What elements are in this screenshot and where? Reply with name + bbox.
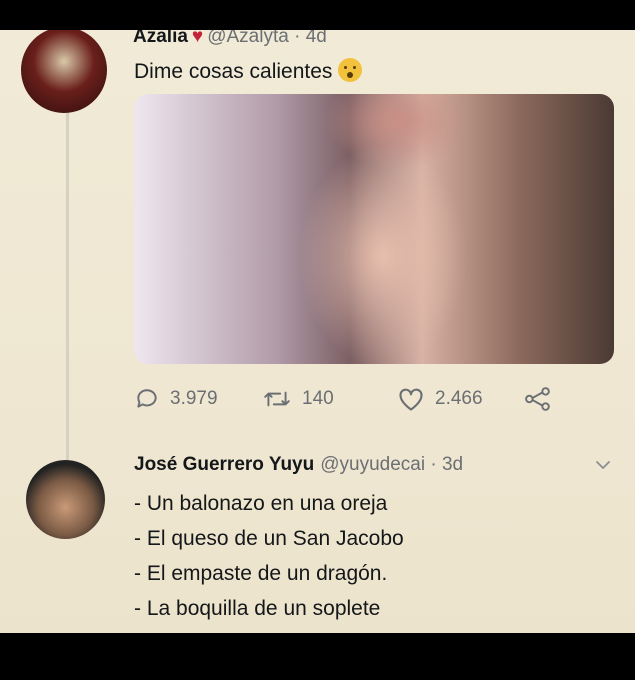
tweet2-handle[interactable]: @yuyudecai xyxy=(320,454,425,475)
retweet-count: 140 xyxy=(302,388,334,409)
tweet-thread-card: Azalia ♥ @Azalyta · 4d Dime cosas caliente… xyxy=(0,30,635,633)
retweet-button[interactable]: 140 xyxy=(262,386,334,412)
tweet2-author-name[interactable]: José Guerrero Yuyu xyxy=(134,454,314,475)
tweet1-header: Azalia ♥ @Azalyta · 4d xyxy=(133,30,327,48)
tweet2-timestamp[interactable]: 3d xyxy=(442,454,463,475)
reply-count: 3.979 xyxy=(170,388,218,409)
heart-icon xyxy=(399,388,423,411)
share-button[interactable] xyxy=(523,386,563,412)
avatar-azalia[interactable] xyxy=(21,30,107,113)
tweet2-header: José Guerrero Yuyu @yuyudecai · 3d xyxy=(134,454,464,475)
heart-emoji-icon: ♥ xyxy=(191,30,204,47)
tweet2-line: - El queso de un San Jacobo xyxy=(134,527,404,550)
avatar-jose[interactable] xyxy=(26,460,105,539)
tweet2-line: - Un balonazo en una oreja xyxy=(134,492,388,515)
tweet2-line: - La boquilla de un soplete xyxy=(134,597,381,620)
chevron-down-icon[interactable] xyxy=(594,458,612,472)
tweet1-action-bar: 3.979 140 2.466 xyxy=(0,386,635,416)
retweet-icon xyxy=(264,391,290,407)
tweet2-line: - El empaste de un dragón. xyxy=(134,562,388,585)
worried-face-emoji-icon xyxy=(338,58,363,82)
thread-connector-line xyxy=(66,110,69,490)
comment-icon xyxy=(137,389,157,408)
tweet1-author-name[interactable]: Azalia xyxy=(133,30,188,47)
like-count: 2.466 xyxy=(435,388,483,409)
tweet1-media-image[interactable] xyxy=(134,94,614,364)
tweet1-text: Dime cosas calientes xyxy=(134,58,363,84)
tweet1-timestamp[interactable]: 4d xyxy=(306,30,327,47)
like-button[interactable]: 2.466 xyxy=(397,386,483,412)
tweet2-text: - Un balonazo en una oreja - El queso de… xyxy=(134,486,404,626)
reply-button[interactable]: 3.979 xyxy=(134,386,218,412)
share-icon xyxy=(525,387,550,411)
tweet1-handle[interactable]: @Azalyta xyxy=(207,30,289,47)
tweet1-text-content: Dime cosas calientes xyxy=(134,60,333,83)
